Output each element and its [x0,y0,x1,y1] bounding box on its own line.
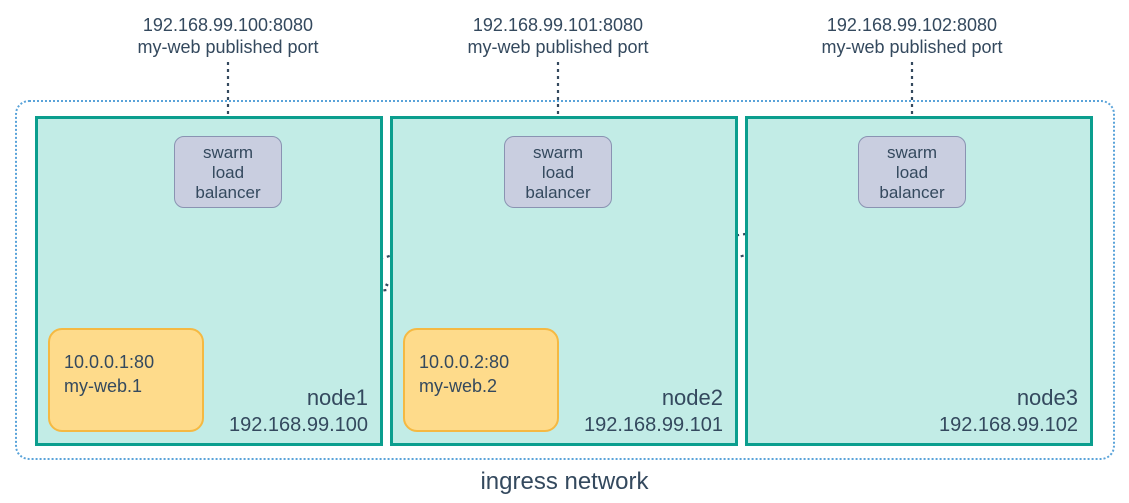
node-name: node1 [307,385,368,411]
ext-sub: my-web published port [467,36,648,58]
ingress-network-caption: ingress network [0,468,1129,496]
diagram-canvas: 192.168.99.100:8080 my-web published por… [0,0,1129,503]
task-name: my-web.1 [64,374,188,398]
swarm-load-balancer-3: swarm load balancer [858,136,966,208]
swarm-load-balancer-2: swarm load balancer [504,136,612,208]
slb-line: swarm [175,143,281,163]
slb-line: load [175,163,281,183]
node-ip: 192.168.99.101 [584,414,723,437]
slb-line: swarm [505,143,611,163]
swarm-load-balancer-1: swarm load balancer [174,136,282,208]
node-ip: 192.168.99.102 [939,414,1078,437]
slb-line: balancer [859,183,965,203]
task-addr: 10.0.0.2:80 [419,350,543,374]
slb-line: balancer [505,183,611,203]
task-my-web-2: 10.0.0.2:80 my-web.2 [403,328,559,432]
ext-addr: 192.168.99.101:8080 [467,14,648,36]
node-ip: 192.168.99.100 [229,414,368,437]
ext-addr: 192.168.99.100:8080 [137,14,318,36]
ext-addr: 192.168.99.102:8080 [821,14,1002,36]
slb-line: load [859,163,965,183]
slb-line: balancer [175,183,281,203]
node-name: node3 [1017,385,1078,411]
slb-line: load [505,163,611,183]
ext-sub: my-web published port [137,36,318,58]
task-addr: 10.0.0.1:80 [64,350,188,374]
external-endpoint-1: 192.168.99.100:8080 my-web published por… [137,14,318,58]
external-endpoint-2: 192.168.99.101:8080 my-web published por… [467,14,648,58]
external-endpoint-3: 192.168.99.102:8080 my-web published por… [821,14,1002,58]
node-name: node2 [662,385,723,411]
slb-line: swarm [859,143,965,163]
ext-sub: my-web published port [821,36,1002,58]
task-name: my-web.2 [419,374,543,398]
task-my-web-1: 10.0.0.1:80 my-web.1 [48,328,204,432]
